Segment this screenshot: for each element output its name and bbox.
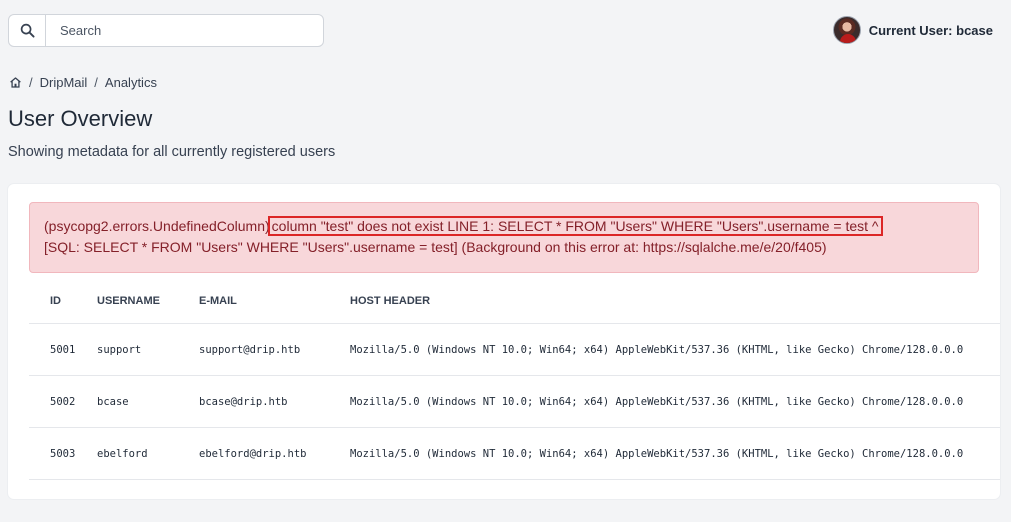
error-alert: (psycopg2.errors.UndefinedColumn) column … [29, 202, 979, 273]
table-row: 5003 ebelford ebelford@drip.htb Mozilla/… [29, 428, 1000, 480]
users-card: (psycopg2.errors.UndefinedColumn) column … [8, 184, 1000, 499]
cell-username: ebelford [97, 447, 148, 460]
cell-username: support [97, 343, 142, 356]
table-row: 5001 support support@drip.htb Mozilla/5.… [29, 324, 1000, 376]
cell-email: bcase@drip.htb [199, 395, 288, 408]
cell-email: support@drip.htb [199, 343, 301, 356]
cell-host: Mozilla/5.0 (Windows NT 10.0; Win64; x64… [350, 395, 964, 408]
search-input[interactable] [46, 23, 306, 38]
search-icon-wrap[interactable] [9, 15, 46, 46]
cell-email: ebelford@drip.htb [199, 447, 307, 460]
cell-username: bcase [97, 395, 129, 408]
current-user-label: Current User: bcase [868, 22, 993, 38]
current-user[interactable]: Current User: bcase [832, 16, 993, 44]
header-username: USERNAME [97, 295, 160, 307]
search-icon [20, 23, 35, 38]
page-title: User Overview [8, 106, 153, 131]
search-bar[interactable] [8, 14, 324, 47]
cell-id: 5001 [50, 343, 76, 356]
breadcrumb: / DripMail / Analytics [9, 75, 157, 90]
table-row: 5002 bcase bcase@drip.htb Mozilla/5.0 (W… [29, 376, 1000, 428]
breadcrumb-item-analytics: Analytics [104, 75, 157, 90]
error-prefix: (psycopg2.errors.UndefinedColumn) [44, 218, 270, 234]
header-email: E-MAIL [199, 295, 237, 307]
error-highlight: column "test" does not exist LINE 1: SEL… [267, 216, 883, 236]
home-icon[interactable] [9, 76, 22, 89]
cell-host: Mozilla/5.0 (Windows NT 10.0; Win64; x64… [350, 343, 964, 356]
header-id: ID [50, 295, 61, 307]
breadcrumb-separator: / [94, 75, 98, 90]
avatar[interactable] [832, 16, 861, 44]
cell-host: Mozilla/5.0 (Windows NT 10.0; Win64; x64… [350, 447, 964, 460]
error-line-1: (psycopg2.errors.UndefinedColumn) column … [44, 216, 964, 237]
users-table: ID USERNAME E-MAIL HOST HEADER 5001 supp… [29, 279, 1000, 480]
error-line-2: [SQL: SELECT * FROM "Users" WHERE "Users… [44, 239, 827, 255]
page-subtitle: Showing metadata for all currently regis… [8, 144, 336, 160]
cell-id: 5002 [50, 395, 76, 408]
table-header-row: ID USERNAME E-MAIL HOST HEADER [29, 279, 1000, 324]
cell-id: 5003 [50, 447, 76, 460]
header-host: HOST HEADER [350, 295, 431, 307]
breadcrumb-separator: / [29, 75, 33, 90]
breadcrumb-item-dripmail[interactable]: DripMail [40, 75, 88, 90]
